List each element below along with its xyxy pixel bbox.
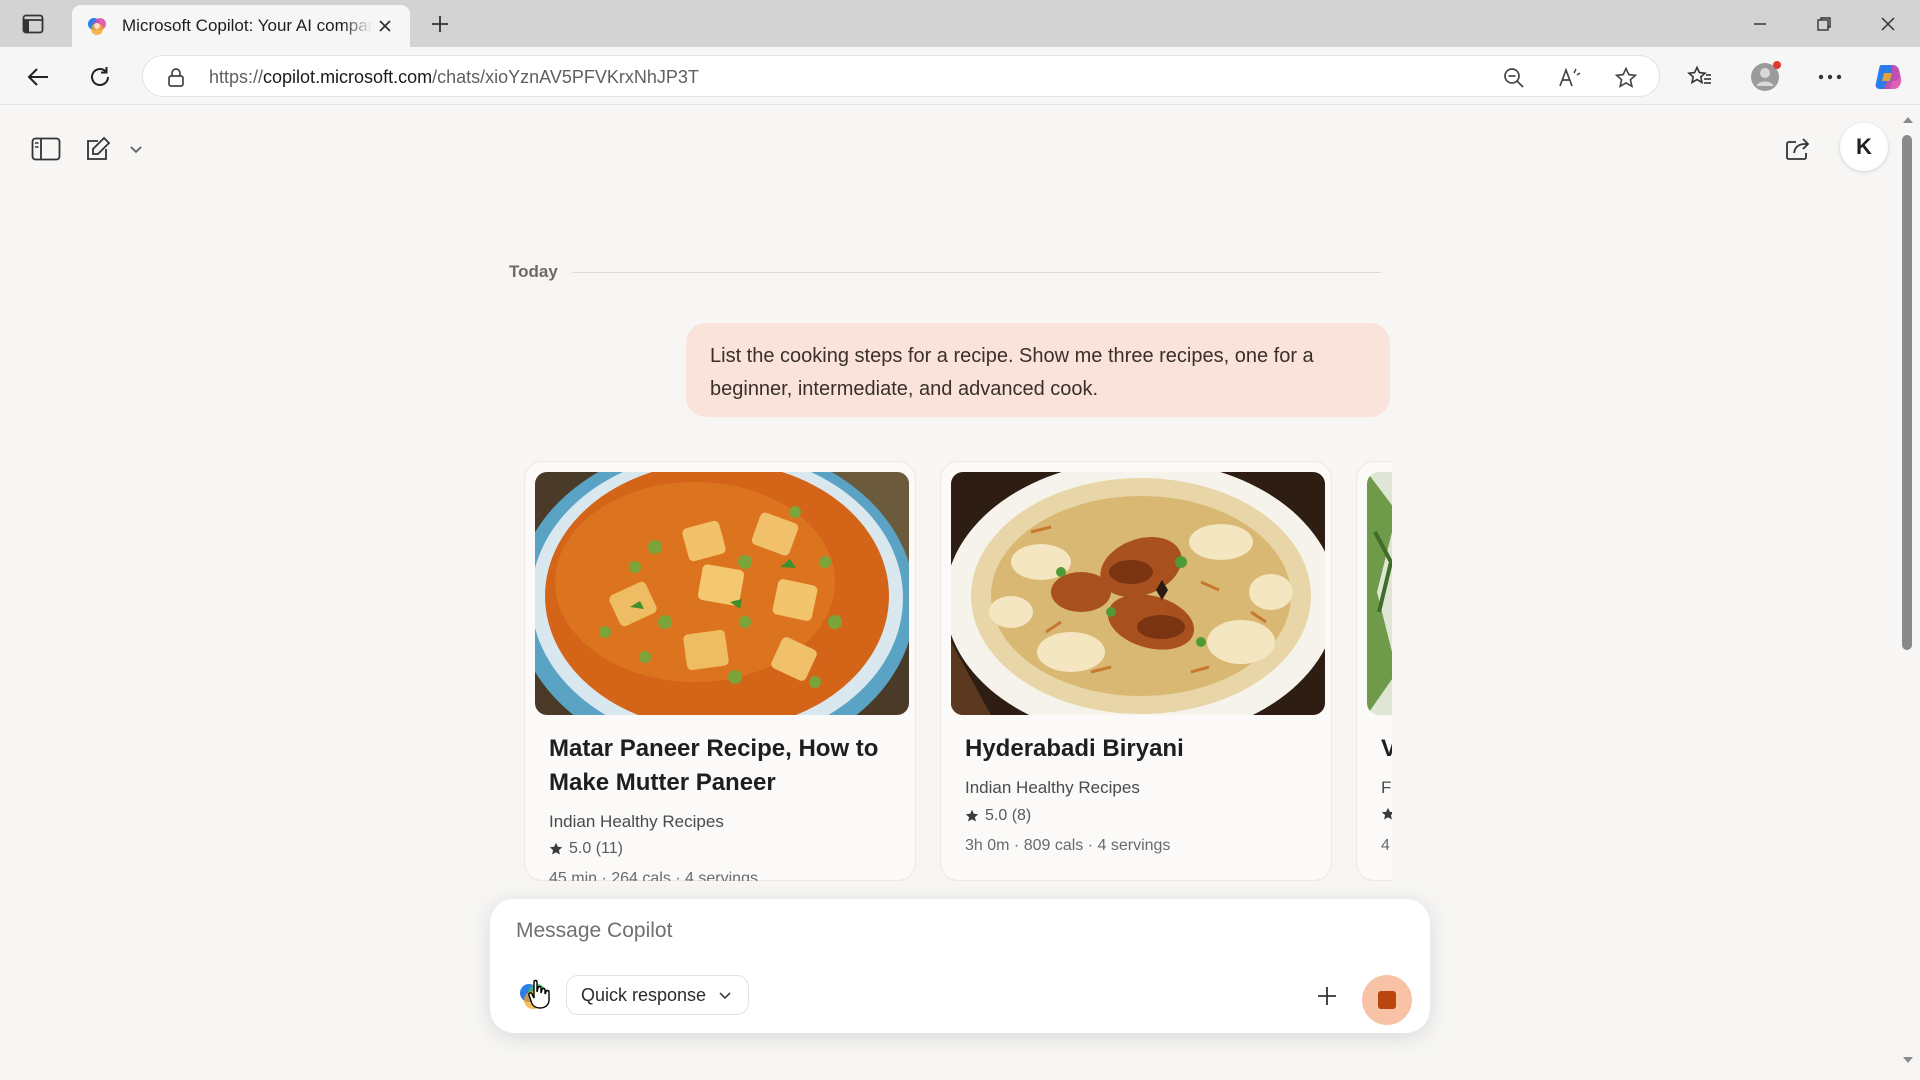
recipe-title[interactable]: Matar Paneer Recipe, How to Make Mutter … — [549, 732, 899, 800]
recipe-image-third — [1367, 472, 1392, 715]
browser-toolbar: https://copilot.microsoft.com/chats/xioY… — [0, 47, 1920, 105]
share-icon[interactable] — [1776, 127, 1820, 171]
recipe-image-matar-paneer — [535, 472, 909, 715]
url-text[interactable]: https://copilot.microsoft.com/chats/xioY… — [209, 67, 699, 88]
recipe-card[interactable]: Matar Paneer Recipe, How to Make Mutter … — [524, 461, 916, 881]
copilot-page: K Today List the cooking steps for a rec… — [0, 105, 1920, 1080]
back-icon[interactable] — [20, 59, 56, 95]
close-tab-icon[interactable] — [374, 15, 396, 37]
recipe-meta: 4 — [1381, 837, 1390, 854]
recipe-rating: 5.0 (8) — [965, 807, 1031, 825]
recipe-image-hyderabadi-biryani — [951, 472, 1325, 715]
recipe-source: Indian Healthy Recipes — [549, 812, 724, 831]
rating-text: 5.0 (11) — [569, 840, 623, 857]
restore-window-icon[interactable] — [1796, 6, 1852, 42]
star-icon — [549, 842, 563, 855]
plus-icon — [1318, 987, 1336, 1005]
refresh-icon[interactable] — [82, 59, 118, 95]
user-avatar[interactable]: K — [1840, 123, 1888, 171]
page-scrollbar[interactable] — [1896, 105, 1920, 1080]
favorites-icon[interactable] — [1682, 59, 1718, 95]
copilot-sidebar-icon[interactable] — [1870, 59, 1906, 95]
mouse-cursor-icon — [528, 979, 550, 1009]
recipe-source: F — [1381, 778, 1392, 797]
message-composer: Quick response — [490, 899, 1430, 1033]
star-icon — [1381, 807, 1392, 820]
recipe-carousel: Matar Paneer Recipe, How to Make Mutter … — [524, 461, 1392, 881]
tab-title: Microsoft Copilot: Your AI companion — [122, 16, 372, 35]
sidebar-toggle-icon[interactable] — [26, 129, 66, 169]
date-divider: Today — [509, 257, 1381, 287]
recipe-card[interactable]: Hyderabadi Biryani Indian Healthy Recipe… — [940, 461, 1332, 881]
recipe-card[interactable]: V F 4 — [1356, 461, 1392, 881]
message-input[interactable] — [516, 913, 1396, 949]
date-label: Today — [509, 262, 558, 281]
recipe-rating: 5.0 (11) — [549, 840, 623, 858]
recipe-title[interactable]: Hyderabadi Biryani — [965, 732, 1315, 766]
chevron-down-icon[interactable] — [124, 135, 148, 163]
close-window-icon[interactable] — [1860, 6, 1916, 42]
chevron-down-icon — [719, 992, 731, 1000]
minimize-window-icon[interactable] — [1732, 6, 1788, 42]
browser-tab-copilot[interactable]: Microsoft Copilot: Your AI companion — [72, 5, 410, 47]
profile-avatar-icon[interactable] — [1748, 59, 1784, 95]
user-message-bubble: List the cooking steps for a recipe. Sho… — [686, 323, 1390, 417]
response-mode-label: Quick response — [581, 984, 707, 1005]
recipe-meta: 45 min · 264 cals · 4 servings — [549, 870, 758, 881]
read-aloud-icon[interactable] — [1557, 65, 1583, 91]
recipe-source: Indian Healthy Recipes — [965, 778, 1140, 797]
stop-icon — [1378, 991, 1396, 1009]
lock-icon[interactable] — [165, 66, 187, 88]
stop-generating-button[interactable] — [1362, 975, 1412, 1025]
favorite-star-icon[interactable] — [1613, 65, 1639, 91]
browser-tab-strip: Microsoft Copilot: Your AI companion — [0, 0, 1920, 47]
zoom-out-icon[interactable] — [1501, 65, 1527, 91]
new-tab-button[interactable] — [424, 10, 456, 38]
response-mode-dropdown[interactable]: Quick response — [566, 975, 750, 1015]
add-attachment-button[interactable] — [1310, 979, 1344, 1013]
tab-actions-icon[interactable] — [16, 10, 50, 38]
recipe-meta: 3h 0m · 809 cals · 4 servings — [965, 837, 1171, 854]
copilot-logo-icon — [88, 18, 106, 35]
recipe-rating — [1381, 807, 1392, 821]
recipe-title[interactable]: V — [1381, 732, 1392, 766]
more-options-icon[interactable] — [1812, 59, 1848, 95]
divider-line — [571, 271, 1381, 273]
new-chat-icon[interactable] — [78, 129, 118, 169]
star-icon — [965, 809, 979, 822]
address-bar[interactable]: https://copilot.microsoft.com/chats/xioY… — [142, 55, 1660, 97]
scrollbar-thumb[interactable] — [1902, 135, 1912, 650]
rating-text: 5.0 (8) — [985, 807, 1032, 824]
